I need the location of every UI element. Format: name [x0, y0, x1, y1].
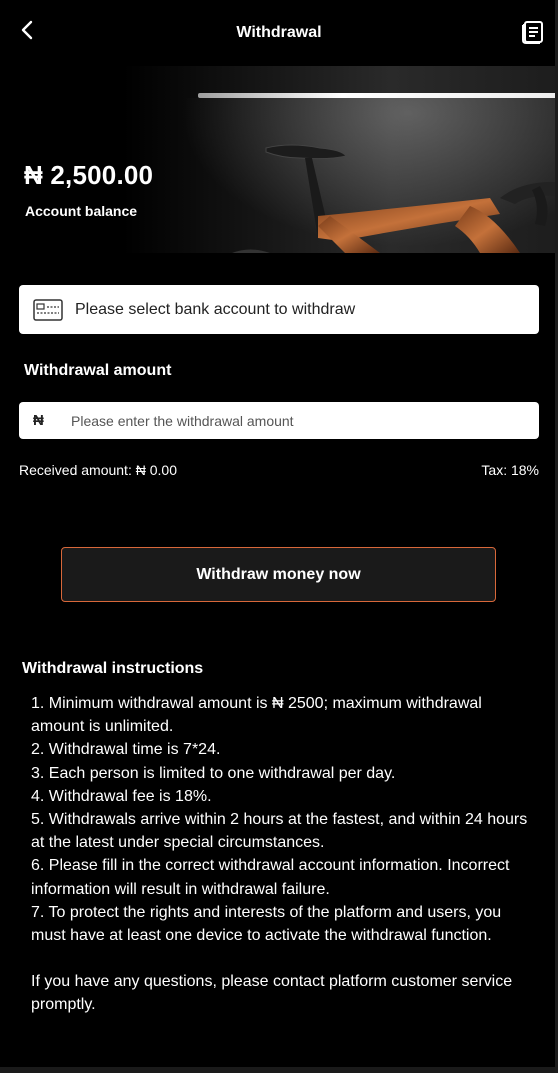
instruction-item: 7. To protect the rights and interests o… — [31, 903, 502, 945]
naira-icon: ₦ — [33, 412, 44, 429]
page-title: Withdrawal — [236, 24, 322, 41]
header-bar: Withdrawal — [0, 0, 558, 66]
withdrawal-amount-label: Withdrawal amount — [24, 362, 172, 379]
withdrawal-page: Withdrawal ₦ 2,500.00 Account balance Pl… — [0, 0, 558, 1073]
instruction-item: 4. Withdrawal fee is 18%. — [31, 787, 212, 805]
instruction-item: 5. Withdrawals arrive within 2 hours at … — [31, 811, 528, 852]
instruction-item: 1. Minimum withdrawal amount is ₦ 2500; … — [31, 695, 482, 736]
withdrawal-amount-field: ₦ — [19, 402, 539, 439]
balance-banner: ₦ 2,500.00 Account balance — [0, 66, 558, 253]
document-list-icon[interactable] — [520, 19, 546, 45]
withdrawal-amount-input[interactable] — [69, 411, 513, 430]
instructions-list: 1. Minimum withdrawal amount is ₦ 2500; … — [31, 692, 531, 1017]
bank-select-placeholder: Please select bank account to withdraw — [75, 300, 356, 318]
received-amount: Received amount: ₦ 0.00 — [19, 462, 177, 478]
contact-note: If you have any questions, please contac… — [31, 973, 513, 1014]
tax-rate: Tax: 18% — [481, 462, 539, 478]
balance-label: Account balance — [25, 203, 138, 219]
instruction-item: 6. Please fill in the correct withdrawal… — [31, 857, 510, 898]
instruction-item: 3. Each person is limited to one withdra… — [31, 764, 396, 782]
card-icon — [33, 298, 63, 321]
balance-amount: ₦ 2,500.00 — [24, 160, 154, 190]
summary-row: Received amount: ₦ 0.00 Tax: 18% — [19, 462, 539, 478]
instructions-title: Withdrawal instructions — [22, 660, 204, 677]
instruction-item: 2. Withdrawal time is 7*24. — [31, 741, 221, 759]
bottom-divider — [0, 1067, 558, 1073]
chevron-left-icon[interactable] — [14, 16, 42, 44]
withdraw-button[interactable]: Withdraw money now — [61, 547, 496, 602]
bank-account-selector[interactable]: Please select bank account to withdraw — [19, 285, 539, 334]
